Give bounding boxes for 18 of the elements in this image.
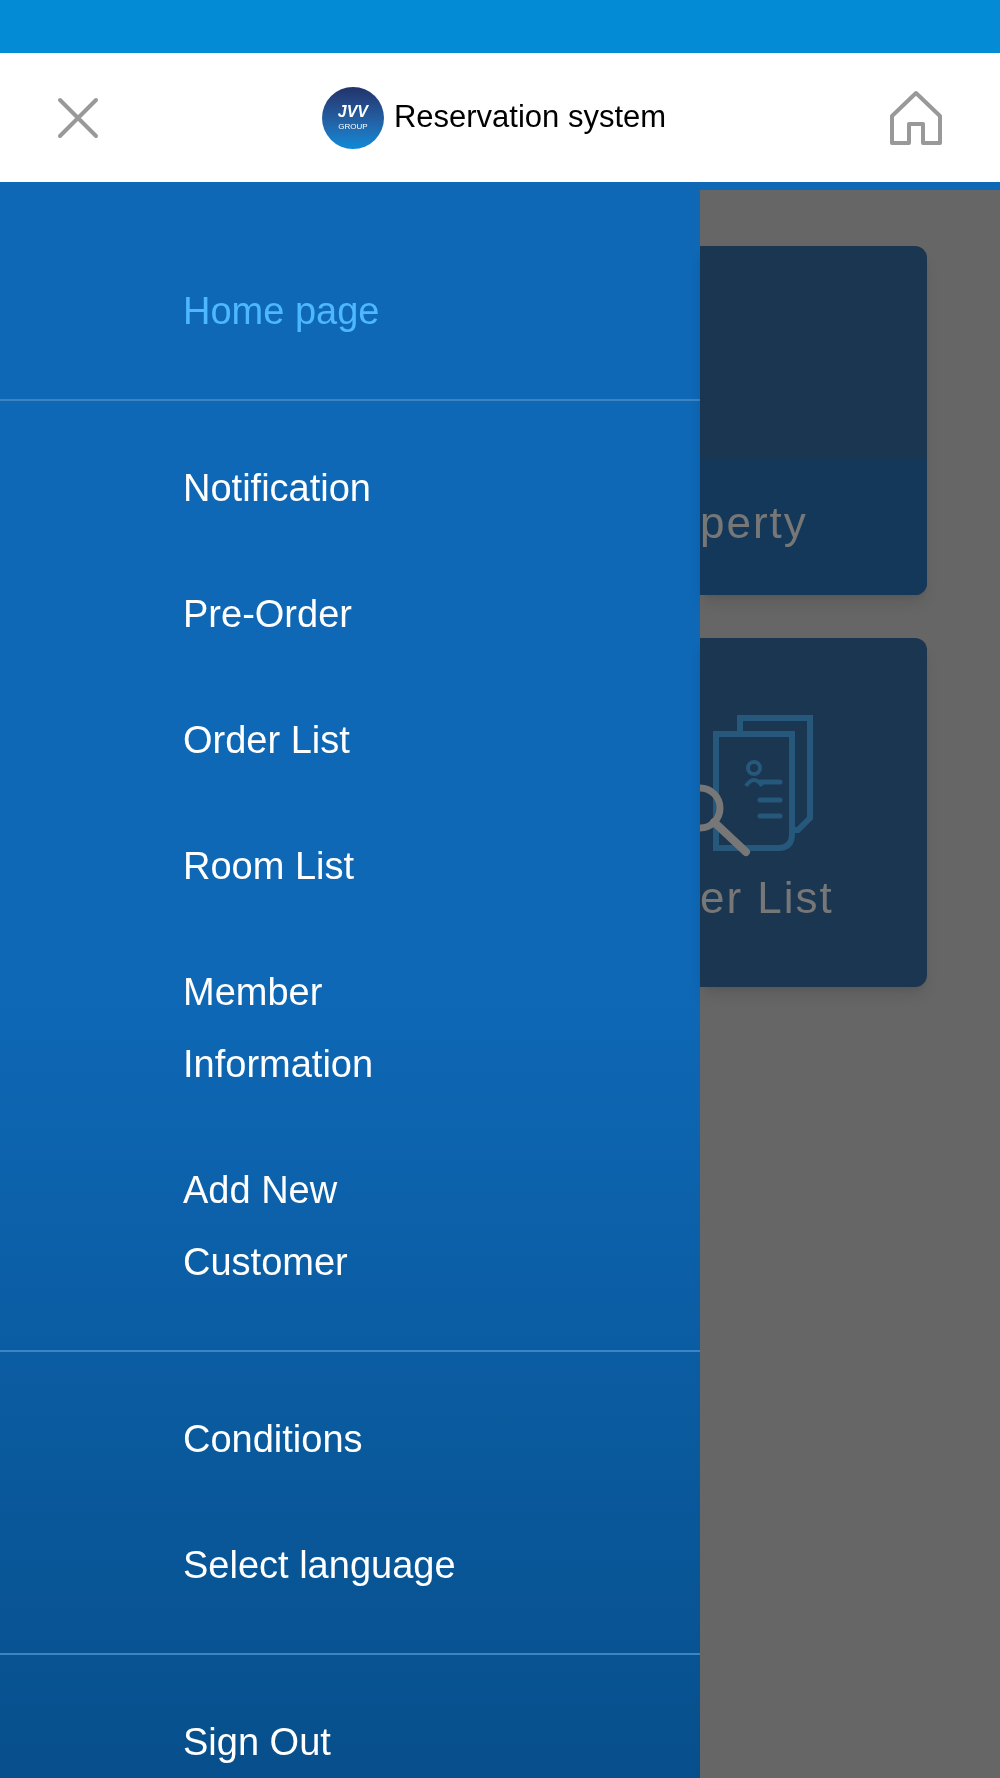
- close-icon: [57, 96, 99, 139]
- menu-item[interactable]: Select language: [183, 1529, 483, 1601]
- card-label: er List: [700, 872, 835, 924]
- app-title: Reservation system: [393, 98, 667, 137]
- menu-item[interactable]: Member Information: [183, 956, 483, 1100]
- home-button[interactable]: [888, 89, 944, 146]
- card-label: perty: [700, 497, 809, 549]
- menu-item[interactable]: Notification: [183, 452, 483, 524]
- menu-item[interactable]: Pre-Order: [183, 578, 483, 650]
- close-button[interactable]: [56, 95, 100, 140]
- menu-item[interactable]: Add New Customer: [183, 1154, 483, 1298]
- menu-item[interactable]: Conditions: [183, 1403, 483, 1475]
- menu-item[interactable]: Order List: [183, 704, 483, 776]
- home-icon: [889, 89, 943, 146]
- menu-item[interactable]: Room List: [183, 830, 483, 902]
- logo-subtext: GROUP: [338, 123, 368, 131]
- menu-item[interactable]: Sign Out: [183, 1706, 483, 1778]
- logo-mark: JVV: [337, 104, 368, 120]
